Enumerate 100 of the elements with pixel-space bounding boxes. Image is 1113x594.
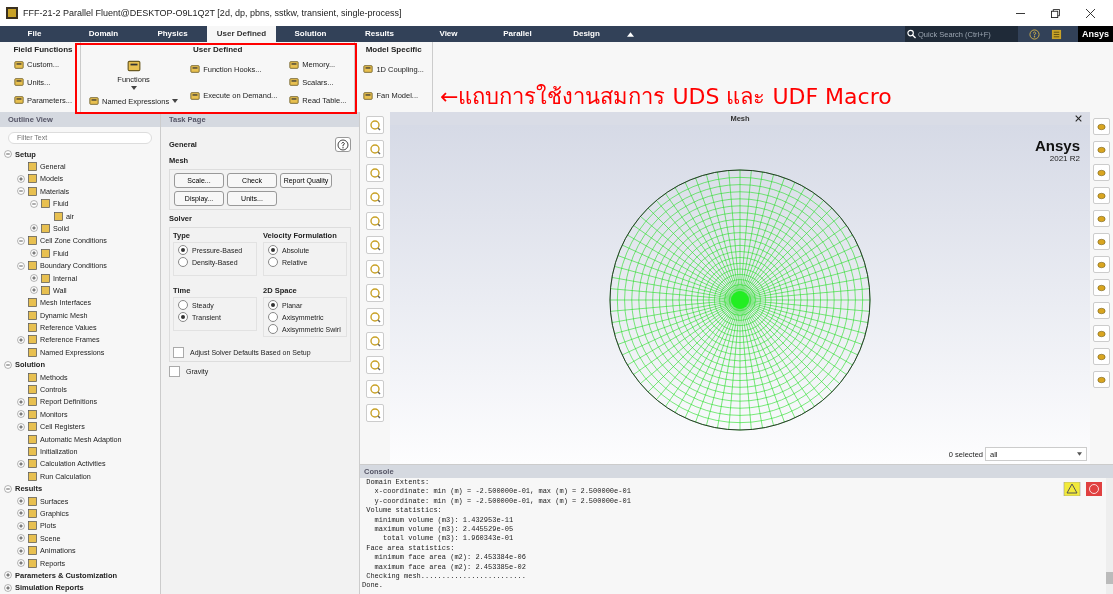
square-icon <box>28 422 37 432</box>
expander-icon[interactable] <box>17 336 25 344</box>
square-icon <box>54 211 63 221</box>
expander-icon[interactable] <box>17 497 25 506</box>
expander-icon[interactable] <box>17 459 25 468</box>
expander-icon[interactable] <box>4 571 12 580</box>
toolbar-button[interactable] <box>1093 118 1110 135</box>
expander-icon[interactable] <box>17 422 25 431</box>
expander-icon[interactable] <box>17 174 25 183</box>
zoom-in-icon <box>369 335 381 347</box>
expander-icon[interactable] <box>17 534 25 543</box>
toolbar-button[interactable] <box>366 140 384 158</box>
warning-icon[interactable] <box>1063 482 1081 496</box>
expander-icon[interactable] <box>30 199 38 208</box>
square-icon <box>41 223 50 233</box>
expander-icon[interactable] <box>30 274 38 283</box>
expander-icon[interactable] <box>4 150 12 159</box>
menu-tab[interactable]: Results <box>345 26 414 42</box>
toolbar-button[interactable] <box>1093 371 1110 388</box>
expander-icon[interactable] <box>4 360 12 369</box>
expander-icon[interactable] <box>4 583 12 592</box>
expander-icon[interactable] <box>17 261 25 270</box>
toolbar-button[interactable] <box>366 236 384 254</box>
toolbar-button[interactable] <box>1093 302 1110 319</box>
toolbar-button[interactable] <box>1093 256 1110 273</box>
scrollbar[interactable] <box>1106 478 1113 594</box>
restore-icon[interactable] <box>1051 8 1060 18</box>
square-icon <box>28 558 37 568</box>
help-icon <box>337 139 349 151</box>
square-icon <box>28 323 37 333</box>
expander-icon[interactable] <box>30 249 38 258</box>
menu-tab[interactable]: Solution <box>276 26 345 42</box>
expander-icon[interactable] <box>30 286 38 295</box>
close-icon[interactable] <box>1075 115 1082 122</box>
toolbar-button[interactable] <box>1093 187 1110 204</box>
toolbar-button[interactable] <box>1093 348 1110 365</box>
square-icon <box>41 273 50 283</box>
toolbar-button[interactable] <box>1093 279 1110 296</box>
square-icon <box>41 285 50 295</box>
zoom-icon <box>369 239 381 251</box>
function-icon <box>89 96 99 106</box>
brand-logo: Ansys <box>1034 137 1080 154</box>
toolbar-button[interactable] <box>366 260 384 278</box>
menu-tab[interactable]: User Defined <box>207 26 276 42</box>
toolbar-button[interactable] <box>366 164 384 182</box>
menu-tab[interactable]: Physics <box>138 26 207 42</box>
square-icon <box>28 236 37 246</box>
toolbar-button[interactable] <box>1093 233 1110 250</box>
help-button[interactable] <box>335 137 351 152</box>
stop-icon[interactable] <box>1085 482 1103 496</box>
square-icon <box>28 533 37 543</box>
square-icon <box>28 397 37 407</box>
toolbar-button[interactable] <box>1093 141 1110 158</box>
function-icon <box>363 64 374 75</box>
function-icon <box>289 77 300 88</box>
expander-icon[interactable] <box>17 521 25 530</box>
toolbar-button[interactable] <box>366 356 384 374</box>
close-icon[interactable] <box>1086 8 1095 18</box>
square-icon <box>28 162 37 171</box>
zoom-out-icon <box>369 359 381 371</box>
expander-icon[interactable] <box>17 559 25 567</box>
brand-logo: Ansys <box>1078 26 1113 42</box>
menu-tab[interactable]: View <box>414 26 483 42</box>
toolbar-button[interactable] <box>366 188 384 206</box>
ellipse-icon <box>1096 121 1107 133</box>
function-icon <box>190 64 201 75</box>
toolbar-button[interactable] <box>1093 164 1110 181</box>
menu-tab[interactable]: Parallel <box>483 26 552 42</box>
menu-tab[interactable]: Domain <box>69 26 138 42</box>
toolbar-button[interactable] <box>366 404 384 422</box>
square-icon <box>41 199 50 209</box>
square-icon <box>28 521 37 531</box>
function-icon <box>289 59 300 70</box>
zoom-in-icon <box>369 311 381 323</box>
function-icon <box>14 95 24 106</box>
toolbar-button[interactable] <box>366 212 384 230</box>
expander-icon[interactable] <box>17 397 25 406</box>
ellipse-icon <box>1096 167 1107 179</box>
help-icon[interactable] <box>1029 28 1040 40</box>
toolbar-button[interactable] <box>366 116 384 134</box>
expander-icon[interactable] <box>17 509 25 518</box>
toolbar-button[interactable] <box>1093 325 1110 342</box>
function-icon <box>14 59 24 70</box>
toolbar-button[interactable] <box>366 308 384 326</box>
expander-icon[interactable] <box>4 484 12 493</box>
expander-icon[interactable] <box>17 410 25 419</box>
toolbar-button[interactable] <box>366 284 384 302</box>
collapse-ribbon-icon[interactable] <box>627 31 634 37</box>
square-icon <box>28 372 37 382</box>
menu-tab[interactable]: File <box>0 26 69 42</box>
square-icon <box>28 174 37 184</box>
toolbar-button[interactable] <box>1093 210 1110 227</box>
expander-icon[interactable] <box>17 236 25 245</box>
expander-icon[interactable] <box>17 546 25 555</box>
toolbar-button[interactable] <box>366 332 384 350</box>
menu-tab[interactable]: Design <box>552 26 621 42</box>
square-icon <box>28 496 37 506</box>
expander-icon[interactable] <box>30 224 38 233</box>
toolbar-button[interactable] <box>366 380 384 398</box>
expander-icon[interactable] <box>17 187 25 196</box>
